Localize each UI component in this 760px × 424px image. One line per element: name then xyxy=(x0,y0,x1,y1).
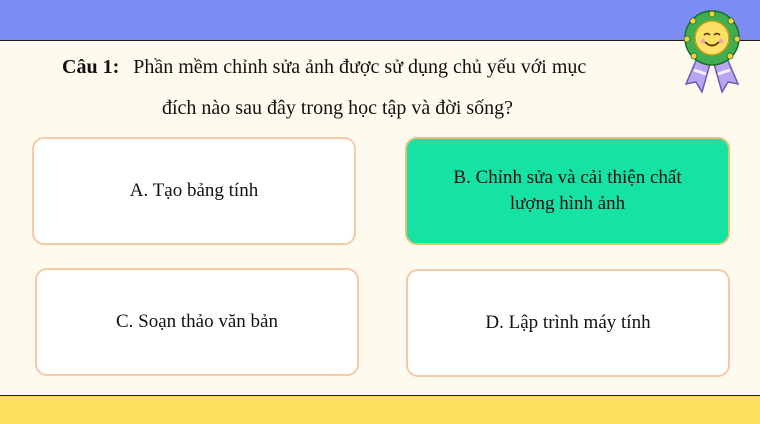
smiling-medal-icon xyxy=(683,10,741,94)
option-b-text: B. Chỉnh sửa và cải thiện chất lượng hìn… xyxy=(453,167,682,214)
top-bar xyxy=(0,0,760,41)
question-label: Câu 1: xyxy=(62,56,120,78)
option-c-text: C. Soạn thảo văn bản xyxy=(115,311,278,332)
option-d-text: D. Lập trình máy tính xyxy=(485,312,651,333)
question-text-line-2: đích nào sau đây trong học tập và đời số… xyxy=(162,97,514,119)
bottom-bar xyxy=(0,395,760,424)
question-text-line-1: Phần mềm chỉnh sửa ảnh được sử dụng chủ … xyxy=(133,56,587,78)
option-c-button[interactable]: C. Soạn thảo văn bản xyxy=(35,268,359,376)
question-line-1: Câu 1: Phần mềm chỉnh sửa ảnh được sử dụn… xyxy=(62,56,682,79)
option-d-button[interactable]: D. Lập trình máy tính xyxy=(406,269,730,377)
option-a-text: A. Tạo bảng tính xyxy=(129,180,259,201)
option-b-button[interactable]: B. Chỉnh sửa và cải thiện chất lượng hìn… xyxy=(405,137,730,245)
option-a-button[interactable]: A. Tạo bảng tính xyxy=(32,137,356,245)
